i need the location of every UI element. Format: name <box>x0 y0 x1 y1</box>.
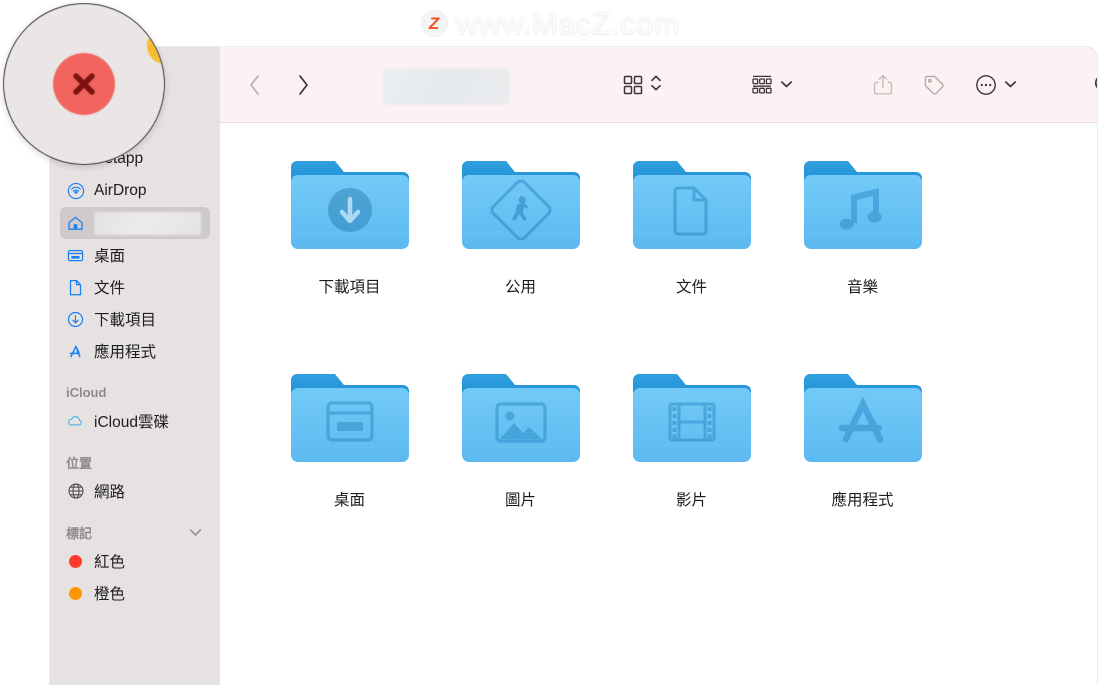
sidebar-item-tag-orange[interactable]: 橙色 <box>60 577 210 609</box>
view-stepper-icon[interactable] <box>650 72 662 99</box>
folder-item[interactable]: 公用 <box>435 149 606 362</box>
folder-icon <box>630 368 754 468</box>
sidebar-item-tag-red[interactable]: 紅色 <box>60 545 210 577</box>
applications-icon <box>66 342 85 361</box>
sidebar-item-icloud-drive[interactable]: iCloud雲碟 <box>60 405 210 437</box>
folder-label: 應用程式 <box>831 492 894 509</box>
folder-label: 影片 <box>675 492 707 509</box>
folder-icon <box>630 155 754 255</box>
folder-label: 音樂 <box>846 279 878 296</box>
sidebar-item-label: 紅色 <box>94 554 126 571</box>
chevron-down-icon[interactable] <box>189 525 202 540</box>
sidebar-item-desktop[interactable]: 桌面 <box>60 239 210 271</box>
sidebar-item-applications[interactable]: 應用程式 <box>60 335 210 367</box>
toolbar <box>220 47 1097 123</box>
desktop-icon <box>66 246 85 265</box>
tag-dot-orange-icon <box>66 584 85 603</box>
icon-grid: 下載項目 公用 文件 音樂 桌面 圖片 影片 應用程式 <box>220 123 1097 575</box>
icloud-icon <box>66 412 85 431</box>
sidebar-item-label: 橙色 <box>94 586 126 603</box>
airdrop-icon <box>66 182 85 201</box>
back-button[interactable] <box>240 69 270 101</box>
folder-item[interactable]: 圖片 <box>435 362 606 575</box>
folder-item[interactable]: 文件 <box>606 149 777 362</box>
folder-label: 圖片 <box>504 492 536 509</box>
loupe-glass <box>4 4 164 164</box>
share-button[interactable] <box>872 67 894 103</box>
folder-icon <box>459 368 583 468</box>
folder-icon <box>459 155 583 255</box>
folder-label: 桌面 <box>333 492 365 509</box>
folder-label: 文件 <box>675 279 707 296</box>
folder-label: 公用 <box>504 279 536 296</box>
tag-dot-red-icon <box>66 552 85 571</box>
sidebar-item-label: 下載項目 <box>94 312 157 329</box>
folder-item[interactable]: 桌面 <box>264 362 435 575</box>
folder-icon <box>288 155 412 255</box>
sidebar-item-label: 文件 <box>94 280 126 297</box>
folder-item[interactable]: 影片 <box>606 362 777 575</box>
folder-item[interactable]: 應用程式 <box>777 362 948 575</box>
sidebar-item-downloads[interactable]: 下載項目 <box>60 303 210 335</box>
sidebar-section-tags-header[interactable]: 標記 <box>50 521 220 543</box>
folder-label: 下載項目 <box>318 279 381 296</box>
home-icon <box>66 214 85 233</box>
sidebar-item-label: 桌面 <box>94 248 126 265</box>
folder-item[interactable]: 下載項目 <box>264 149 435 362</box>
folder-item[interactable]: 音樂 <box>777 149 948 362</box>
watermark: Z www.MacZ.com <box>0 0 1102 47</box>
sidebar-item-label: iCloud雲碟 <box>94 414 169 431</box>
sidebar-item-home[interactable] <box>60 207 210 239</box>
tags-button[interactable] <box>922 67 946 103</box>
window-title-blurred <box>382 68 510 105</box>
sidebar-item-label: 應用程式 <box>94 344 157 361</box>
view-as-icons-button[interactable] <box>622 67 662 103</box>
network-globe-icon <box>66 482 85 501</box>
documents-icon <box>66 278 85 297</box>
folder-icon <box>288 368 412 468</box>
section-title: iCloud <box>66 384 107 400</box>
magnifier-loupe <box>3 3 165 165</box>
sidebar-item-airdrop[interactable]: AirDrop <box>60 175 210 207</box>
search-button[interactable] <box>1092 67 1097 103</box>
sidebar-section-icloud-header: iCloud <box>50 381 220 403</box>
chevron-down-icon[interactable] <box>1004 76 1017 94</box>
forward-button[interactable] <box>288 69 318 101</box>
section-title: 位置 <box>66 455 93 471</box>
watermark-text: www.MacZ.com <box>455 5 681 41</box>
sidebar-item-documents[interactable]: 文件 <box>60 271 210 303</box>
sidebar-item-network[interactable]: 網路 <box>60 475 210 507</box>
more-actions-button[interactable] <box>974 67 1017 103</box>
section-title: 標記 <box>66 525 93 541</box>
group-by-button[interactable] <box>750 67 793 103</box>
folder-icon <box>801 368 925 468</box>
sidebar-section-locations-header: 位置 <box>50 451 220 473</box>
downloads-icon <box>66 310 85 329</box>
sidebar-item-label: 網路 <box>94 484 126 501</box>
sidebar-item-label: AirDrop <box>94 182 147 199</box>
file-grid-area[interactable]: 下載項目 公用 文件 音樂 桌面 圖片 影片 應用程式 <box>220 123 1097 685</box>
chevron-down-icon[interactable] <box>780 76 793 94</box>
finder-window: Setapp AirDrop 桌面 文件 下載項目 應用程式 iCloud iC… <box>50 47 1097 685</box>
watermark-logo-icon: Z <box>421 11 447 36</box>
folder-icon <box>801 155 925 255</box>
sidebar-item-label-blurred <box>94 211 201 235</box>
